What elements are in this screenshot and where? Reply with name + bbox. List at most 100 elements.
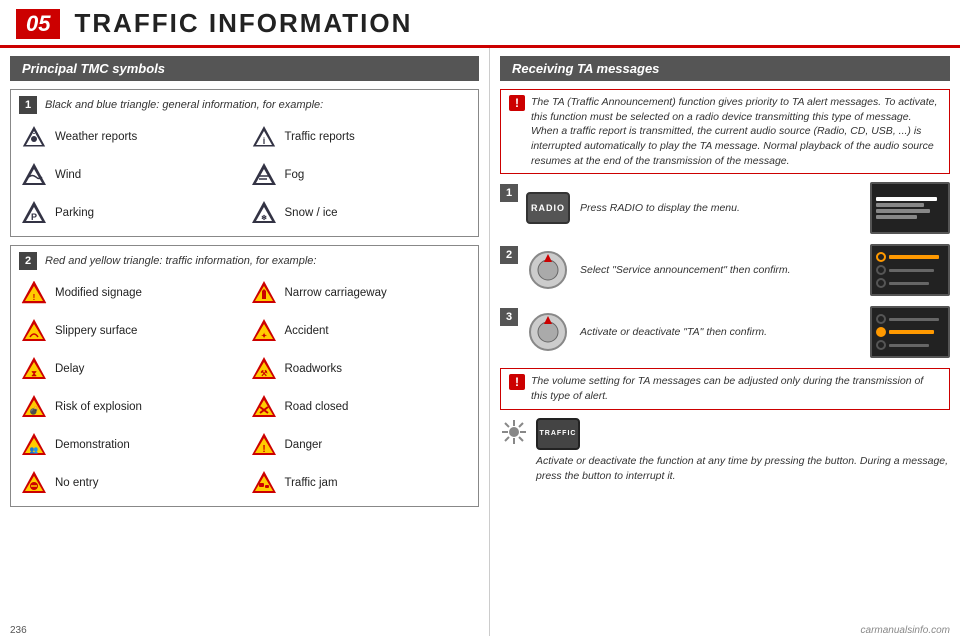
svg-text:P: P: [31, 212, 37, 222]
step-1-row: 1 RADIO Press RADIO to display the menu.: [500, 182, 950, 234]
sun-asterisk-icon: [500, 418, 528, 446]
svg-text:💣: 💣: [29, 405, 39, 416]
list-item: Weather reports: [19, 120, 241, 154]
narrow-carriageway-icon: [249, 278, 279, 308]
list-item: 💣 Risk of explosion: [19, 390, 241, 424]
step1-number: 1: [500, 184, 518, 202]
left-section-header: Principal TMC symbols: [10, 56, 479, 81]
dial-confirm-icon[interactable]: [526, 310, 570, 354]
right-panel: Receiving TA messages ! The TA (Traffic …: [490, 48, 960, 636]
narrow-carriageway-label: Narrow carriageway: [285, 287, 387, 299]
demonstration-label: Demonstration: [55, 439, 130, 451]
footer-content: TRAFFIC Activate or deactivate the funct…: [536, 418, 950, 483]
list-item: No entry: [19, 466, 241, 500]
box2-description: Red and yellow triangle: traffic informa…: [45, 255, 316, 267]
step3-content: Activate or deactivate "TA" then confirm…: [526, 306, 950, 358]
footer-note-row: TRAFFIC Activate or deactivate the funct…: [500, 418, 950, 483]
explosion-icon: 💣: [19, 392, 49, 422]
snow-icon: ❄: [249, 198, 279, 228]
weather-label: Weather reports: [55, 131, 137, 143]
list-item: Wind: [19, 158, 241, 192]
demonstration-icon: 👥: [19, 430, 49, 460]
no-entry-icon: [19, 468, 49, 498]
modified-signage-label: Modified signage: [55, 287, 142, 299]
accident-label: Accident: [285, 325, 329, 337]
dial-icon[interactable]: [526, 248, 570, 292]
road-closed-label: Road closed: [285, 401, 349, 413]
page-title: TRAFFIC INFORMATION: [74, 8, 412, 39]
screen-line: [876, 197, 937, 201]
parking-icon: P: [19, 198, 49, 228]
list-item: ! Danger: [249, 428, 471, 462]
radio-button[interactable]: RADIO: [526, 192, 570, 224]
danger-icon: !: [249, 430, 279, 460]
road-closed-icon: [249, 392, 279, 422]
warning-text: The volume setting for TA messages can b…: [531, 374, 941, 403]
explosion-label: Risk of explosion: [55, 401, 142, 413]
parking-label: Parking: [55, 207, 94, 219]
screen-line: [876, 215, 917, 219]
intro-text: The TA (Traffic Announcement) function g…: [531, 95, 941, 168]
fog-icon: [249, 160, 279, 190]
traffic-jam-icon: [249, 468, 279, 498]
step2-number: 2: [500, 246, 518, 264]
box2-label: 2 Red and yellow triangle: traffic infor…: [19, 252, 470, 270]
traffic-jam-label: Traffic jam: [285, 477, 338, 489]
wind-icon: [19, 160, 49, 190]
watermark: carmanualsinfo.com: [861, 625, 950, 636]
page-number: 236: [10, 625, 27, 636]
screen-line: [876, 209, 930, 213]
modified-signage-icon: !: [19, 278, 49, 308]
roadworks-icon: ⚒: [249, 354, 279, 384]
step3-screen: [870, 306, 950, 358]
step1-screen: [870, 182, 950, 234]
list-item: i Traffic reports: [249, 120, 471, 154]
screen-line: [876, 203, 924, 207]
traffic-info-section: 2 Red and yellow triangle: traffic infor…: [10, 245, 479, 507]
svg-text:⧗: ⧗: [31, 369, 37, 378]
traffic-reports-label: Traffic reports: [285, 131, 355, 143]
warning-note: ! The volume setting for TA messages can…: [500, 368, 950, 409]
svg-text:i: i: [262, 136, 265, 146]
svg-text:❄: ❄: [261, 214, 267, 222]
box1-number: 1: [19, 96, 37, 114]
left-panel: Principal TMC symbols 1 Black and blue t…: [0, 48, 490, 636]
danger-label: Danger: [285, 439, 323, 451]
general-symbols-grid: Weather reports i Traffic reports: [19, 120, 470, 230]
svg-text:!: !: [262, 444, 265, 455]
step3-text: Activate or deactivate "TA" then confirm…: [580, 325, 860, 340]
box1-description: Black and blue triangle: general informa…: [45, 99, 323, 111]
step1-text: Press RADIO to display the menu.: [580, 201, 860, 216]
no-entry-label: No entry: [55, 477, 98, 489]
svg-text:!: !: [33, 293, 36, 302]
page-header: 05 TRAFFIC INFORMATION: [0, 0, 960, 48]
traffic-symbols-grid: ! Modified signage Narrow carriageway: [19, 276, 470, 500]
list-item: ⧗ Delay: [19, 352, 241, 386]
list-item: Road closed: [249, 390, 471, 424]
fog-label: Fog: [285, 169, 305, 181]
weather-icon: [19, 122, 49, 152]
general-info-section: 1 Black and blue triangle: general infor…: [10, 89, 479, 237]
accident-icon: ✦: [249, 316, 279, 346]
list-item: Traffic jam: [249, 466, 471, 500]
footer-note-text: Activate or deactivate the function at a…: [536, 454, 950, 483]
box1-label: 1 Black and blue triangle: general infor…: [19, 96, 470, 114]
roadworks-label: Roadworks: [285, 363, 343, 375]
step2-screen: [870, 244, 950, 296]
warning-excl-icon: !: [509, 374, 525, 390]
list-item: ⚒ Roadworks: [249, 352, 471, 386]
step-3-row: 3 Activate or deactivate "TA" then confi…: [500, 306, 950, 358]
list-item: Fog: [249, 158, 471, 192]
main-content: Principal TMC symbols 1 Black and blue t…: [0, 48, 960, 636]
wind-label: Wind: [55, 169, 81, 181]
step2-text: Select "Service announcement" then confi…: [580, 263, 860, 278]
exclamation-icon: !: [509, 95, 525, 111]
list-item: ! Modified signage: [19, 276, 241, 310]
step3-number: 3: [500, 308, 518, 326]
right-section-header: Receiving TA messages: [500, 56, 950, 81]
traffic-button[interactable]: TRAFFIC: [536, 418, 580, 450]
list-item: Slippery surface: [19, 314, 241, 348]
delay-label: Delay: [55, 363, 84, 375]
slippery-icon: [19, 316, 49, 346]
traffic-reports-icon: i: [249, 122, 279, 152]
